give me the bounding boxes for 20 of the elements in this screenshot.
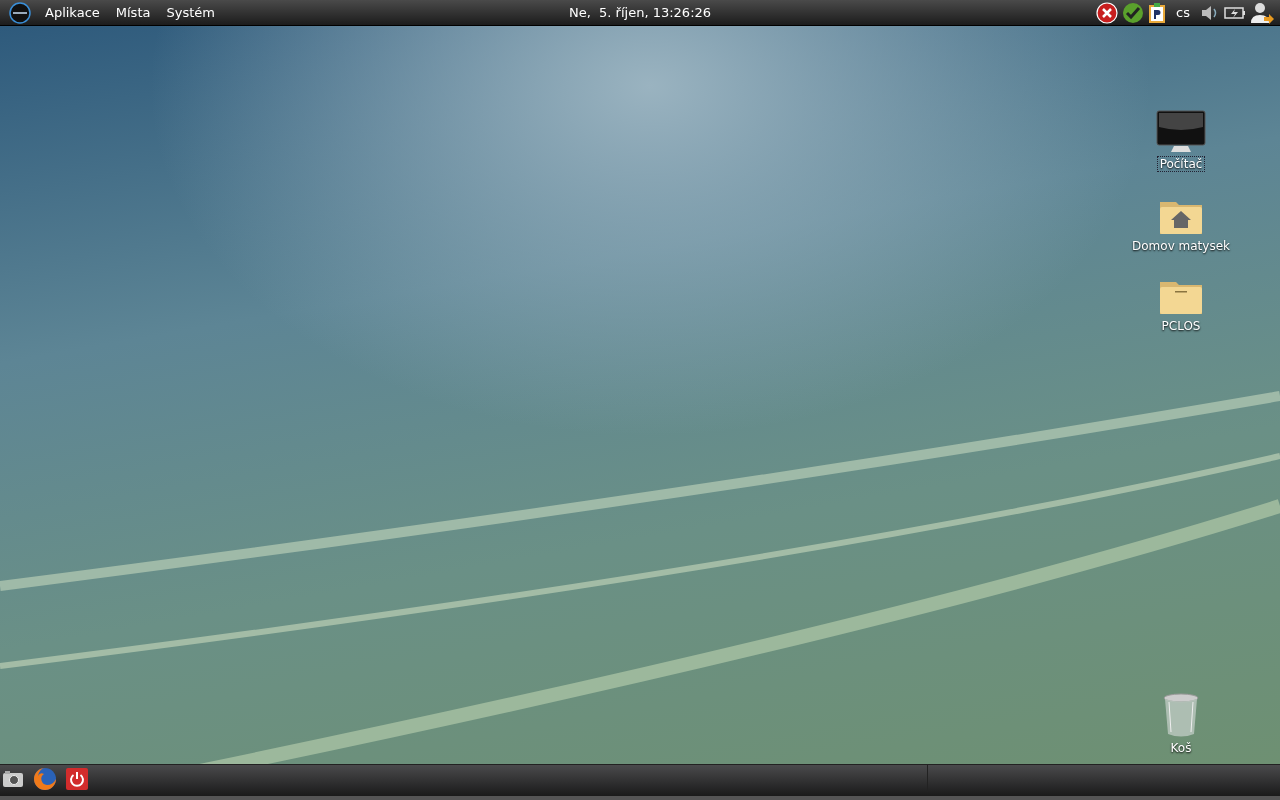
- monitor-icon: [1156, 110, 1206, 154]
- clipboard-icon[interactable]: [1148, 1, 1167, 24]
- logo-icon[interactable]: [9, 1, 31, 24]
- checkmark-icon[interactable]: [1122, 1, 1145, 24]
- trash-icon: [1161, 692, 1201, 738]
- icon-label[interactable]: Počítač: [1156, 156, 1206, 172]
- error-icon[interactable]: [1096, 1, 1119, 24]
- user-icon[interactable]: [1250, 0, 1274, 25]
- power-icon[interactable]: [66, 767, 88, 790]
- menu-item[interactable]: Místa: [107, 5, 159, 20]
- browser-icon[interactable]: [33, 766, 57, 791]
- icon-label[interactable]: Domov matysek: [1129, 238, 1233, 254]
- camera-icon[interactable]: [2, 769, 24, 788]
- battery-icon[interactable]: [1224, 5, 1246, 20]
- keyboard-layout[interactable]: cs: [1170, 5, 1196, 20]
- icon-label[interactable]: Koš: [1167, 740, 1195, 756]
- menu-item[interactable]: Systém: [158, 5, 223, 20]
- menu-item[interactable]: Aplikace: [37, 5, 108, 20]
- icon-label[interactable]: PCLOS: [1158, 318, 1204, 334]
- clock[interactable]: Ne, 5. říjen, 13:26:26: [568, 5, 712, 20]
